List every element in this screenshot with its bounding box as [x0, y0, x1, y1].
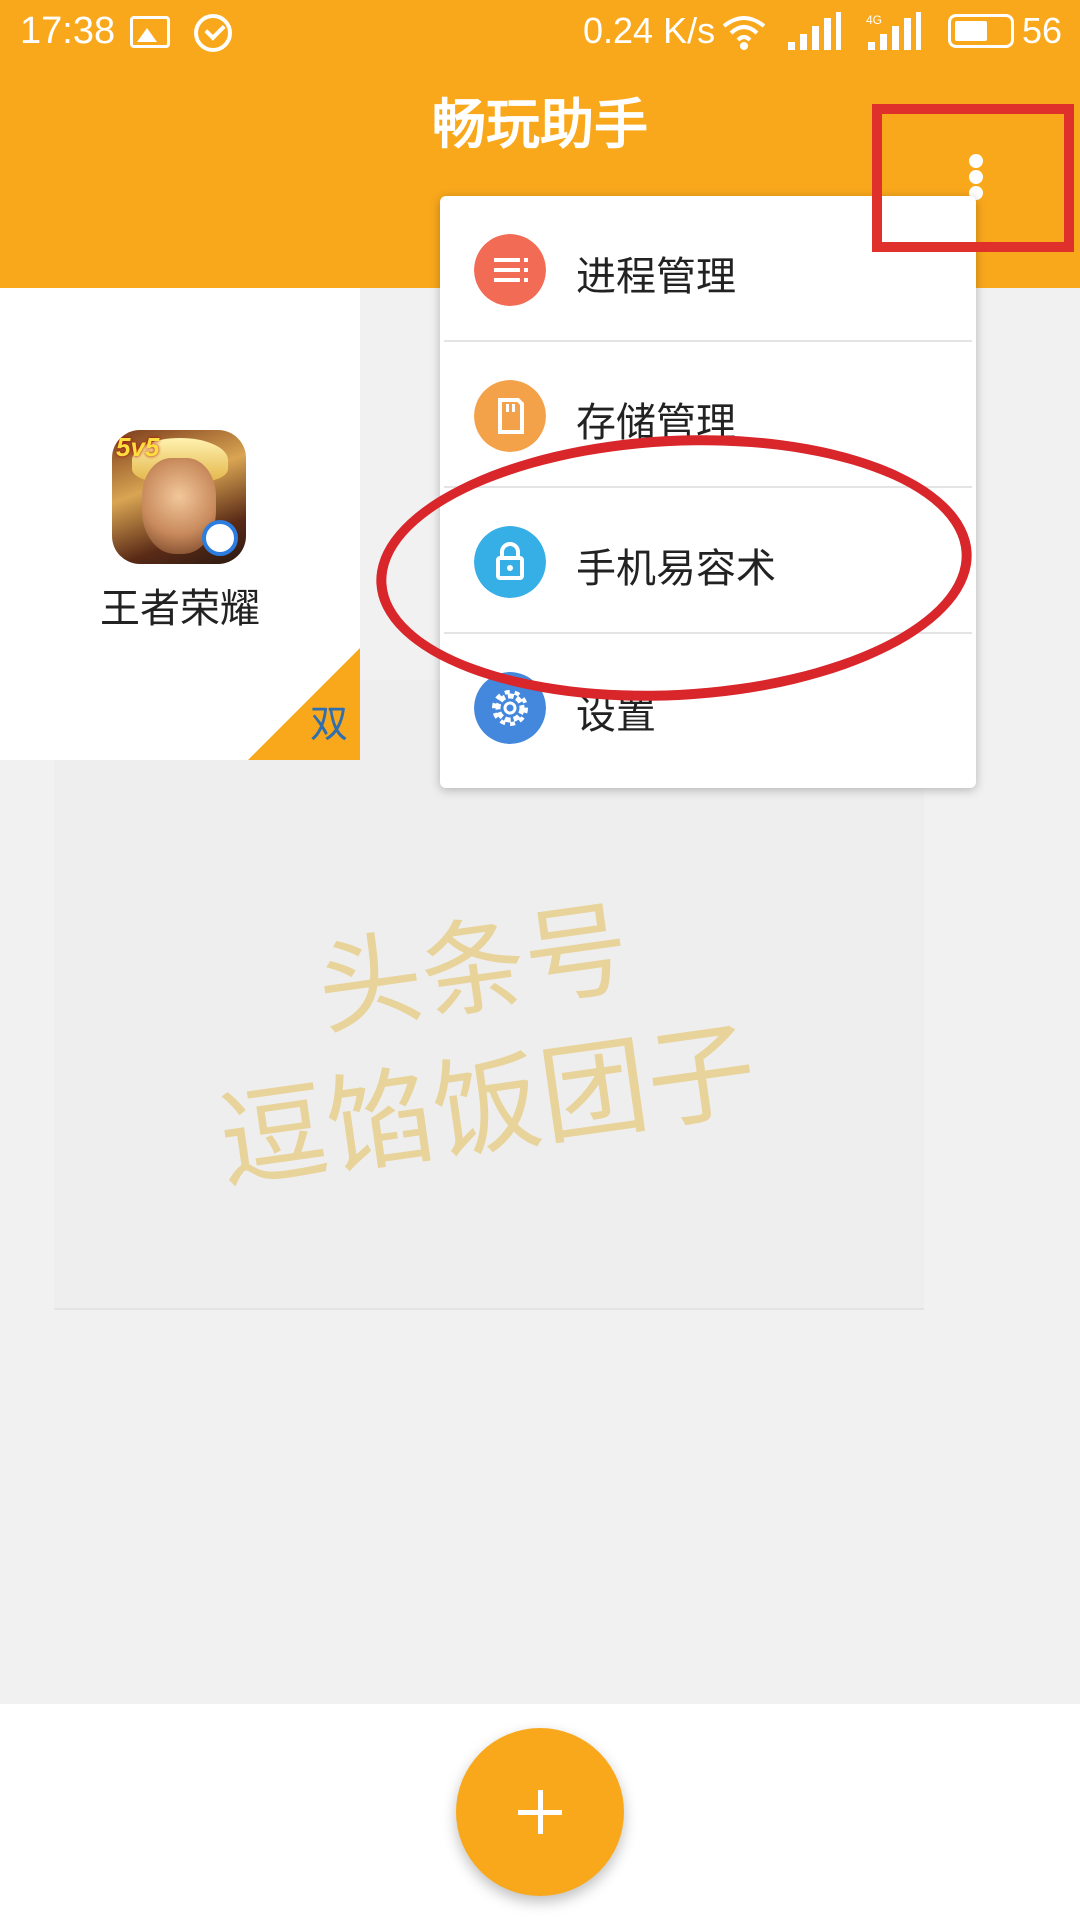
check-notification-icon	[194, 14, 232, 52]
game-card[interactable]: 5v5 王者荣耀 双	[0, 288, 360, 760]
menu-item-label: 进程管理	[576, 254, 736, 300]
sd-card-icon	[474, 380, 546, 452]
game-app-icon: 5v5	[112, 430, 246, 564]
plus-icon	[518, 1790, 562, 1834]
status-bar: 17:38 0.24 K/s 4G 56	[0, 0, 1080, 64]
signal-4g-icon: 4G	[866, 12, 921, 50]
battery-percent: 56	[1022, 10, 1063, 51]
add-button[interactable]	[456, 1728, 624, 1896]
game-name: 王者荣耀	[100, 586, 260, 632]
network-type-label: 4G	[866, 13, 882, 27]
battery-icon	[948, 14, 1014, 48]
image-notification-icon	[130, 16, 170, 48]
wifi-icon	[722, 16, 766, 50]
list-icon	[474, 234, 546, 306]
signal-icon	[788, 12, 841, 50]
dual-label: 双	[309, 702, 348, 746]
tencent-logo-icon	[202, 520, 238, 556]
annotation-highlight-rectangle	[872, 104, 1074, 252]
game-icon-badge: 5v5	[116, 432, 160, 462]
net-speed: 0.24 K/s	[583, 10, 716, 51]
status-time: 17:38	[20, 10, 116, 52]
